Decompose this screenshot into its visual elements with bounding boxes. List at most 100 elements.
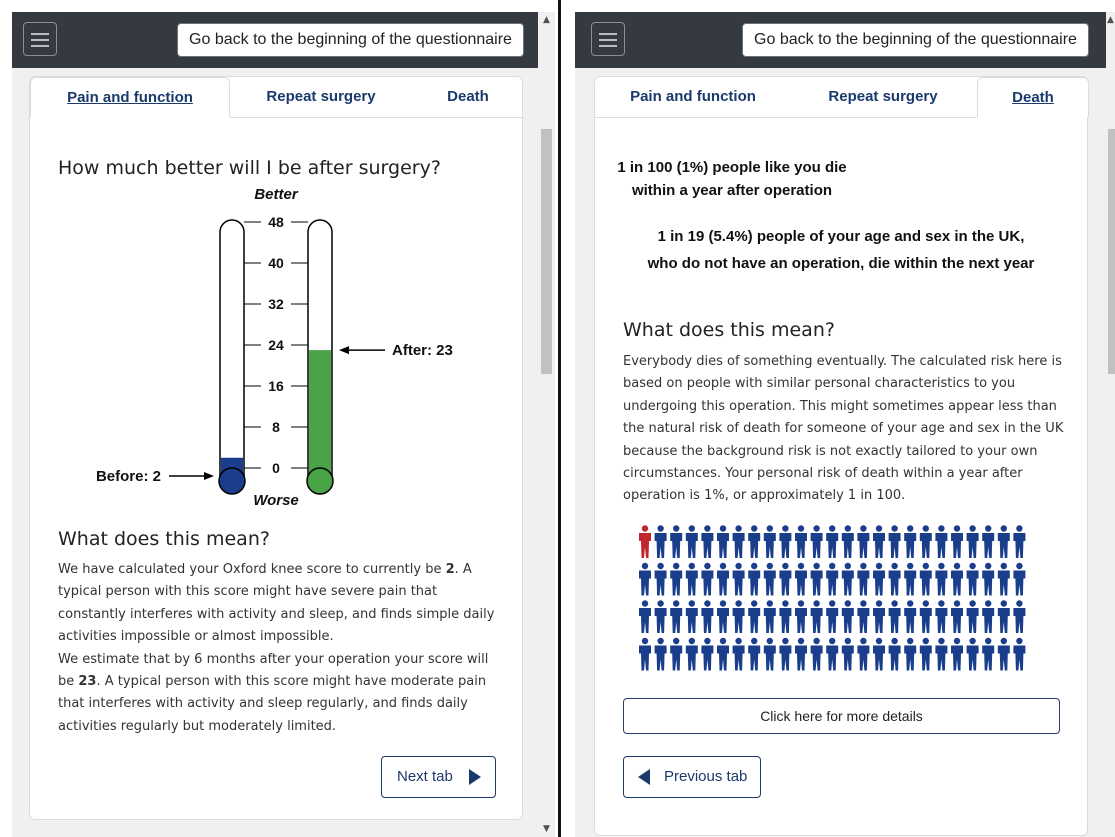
person-icon [748,525,761,558]
scroll-up-icon[interactable]: ▲ [1106,12,1115,28]
person-icon [639,600,651,633]
back-to-start-button[interactable]: Go back to the beginning of the question… [742,23,1089,57]
before-bulb [218,467,246,495]
meaning-text: We have calculated your Oxford knee scor… [58,559,500,738]
person-icon [779,600,792,633]
right-scrollbar[interactable]: ▲ [1106,12,1115,837]
after-score-fill [309,350,331,477]
scroll-up-icon[interactable]: ▲ [538,12,555,28]
tick-label: 8 [272,419,280,435]
person-icon [701,637,714,671]
person-icon [670,637,683,671]
tab-death[interactable]: Death [977,77,1089,117]
next-tab-label: Next tab [397,768,453,785]
person-icon [904,600,917,633]
person-icon [826,637,839,671]
person-icon [810,525,823,558]
hamburger-bar-icon [31,39,49,41]
tab-pain-and-function[interactable]: Pain and function [595,77,791,117]
scroll-thumb[interactable] [541,129,552,374]
person-icon [873,562,885,596]
person-icon [966,525,979,558]
scroll-down-icon[interactable]: ▼ [538,821,555,837]
person-icon [763,637,776,671]
tick-label: 16 [268,378,284,394]
person-icon [795,600,807,633]
previous-tab-button[interactable]: Previous tab [623,756,761,798]
person-icon [826,600,839,633]
person-icon [685,562,698,596]
person-icon [763,525,776,558]
tab-death[interactable]: Death [412,77,524,117]
person-icon [857,600,870,633]
person-icon [654,637,667,671]
hamburger-bar-icon [31,45,49,47]
person-icon [935,562,948,596]
person-icon [717,562,729,596]
person-icon [966,562,979,596]
thermometer-ticks: 48 40 32 24 16 8 0 [244,214,308,476]
person-icon [951,637,963,671]
person-icon [1013,600,1026,633]
person-icon [670,562,683,596]
person-icon [685,600,698,633]
person-icon [795,525,807,558]
more-details-button[interactable]: Click here for more details [623,698,1060,734]
tick-label: 0 [272,460,280,476]
left-window: Go back to the beginning of the question… [12,12,538,837]
back-to-start-button[interactable]: Go back to the beginning of the question… [177,23,524,57]
person-icon [997,562,1010,596]
population-risk-line2: who do not have an operation, die within… [647,255,1035,272]
right-window: Go back to the beginning of the question… [575,12,1106,837]
person-icon [748,562,761,596]
person-icon [763,562,776,596]
score-thermometer-chart: Better Worse 48 40 32 24 16 8 0 Before: 2 Afte… [96,186,453,509]
person-icon [997,525,1010,558]
person-icon [810,600,823,633]
person-icon [935,600,948,633]
personal-risk-line1: 1 in 100 (1%) people like you die [617,159,847,176]
person-icon [795,562,807,596]
tab-repeat-surgery[interactable]: Repeat surgery [230,77,412,117]
person-icon [670,600,683,633]
menu-toggle-button[interactable] [591,22,625,56]
person-icon [717,637,729,671]
tick-label: 24 [268,337,284,353]
content-card: Pain and function Repeat surgery Death 1… [594,76,1089,836]
person-icon [685,637,698,671]
person-icon [826,525,839,558]
highlighted-person-icon [639,525,651,558]
person-icon [888,637,901,671]
person-icon [701,600,714,633]
after-score-label: After: 23 [392,342,453,359]
left-scrollbar[interactable]: ▲ ▼ [538,12,555,837]
current-score-paragraph: We have calculated your Oxford knee scor… [58,562,495,645]
person-icon [685,525,698,558]
person-icon [997,600,1010,633]
tab-repeat-surgery[interactable]: Repeat surgery [791,77,975,117]
top-navbar: Go back to the beginning of the question… [12,12,538,68]
person-icon [888,525,901,558]
before-arrow-icon [204,472,214,480]
window-divider [558,0,561,837]
after-arrow-icon [339,346,349,355]
person-icon [732,600,745,633]
person-icon [841,525,854,558]
person-icon [982,525,995,558]
person-icon [951,525,963,558]
person-icon [841,600,854,633]
person-icon [1013,525,1026,558]
next-tab-button[interactable]: Next tab [381,756,496,798]
scroll-thumb[interactable] [1108,129,1115,374]
person-icon [904,525,917,558]
person-icon [919,525,932,558]
meaning-text: Everybody dies of something eventually. … [623,354,1064,504]
top-navbar: Go back to the beginning of the question… [575,12,1106,68]
person-icon [982,637,995,671]
menu-toggle-button[interactable] [23,22,57,56]
tab-pain-and-function[interactable]: Pain and function [30,77,230,117]
tick-label: 48 [268,214,284,230]
personal-risk-line2: within a year after operation [631,182,833,199]
person-icon [826,562,839,596]
thermometer-bottom-label: Worse [253,492,299,509]
